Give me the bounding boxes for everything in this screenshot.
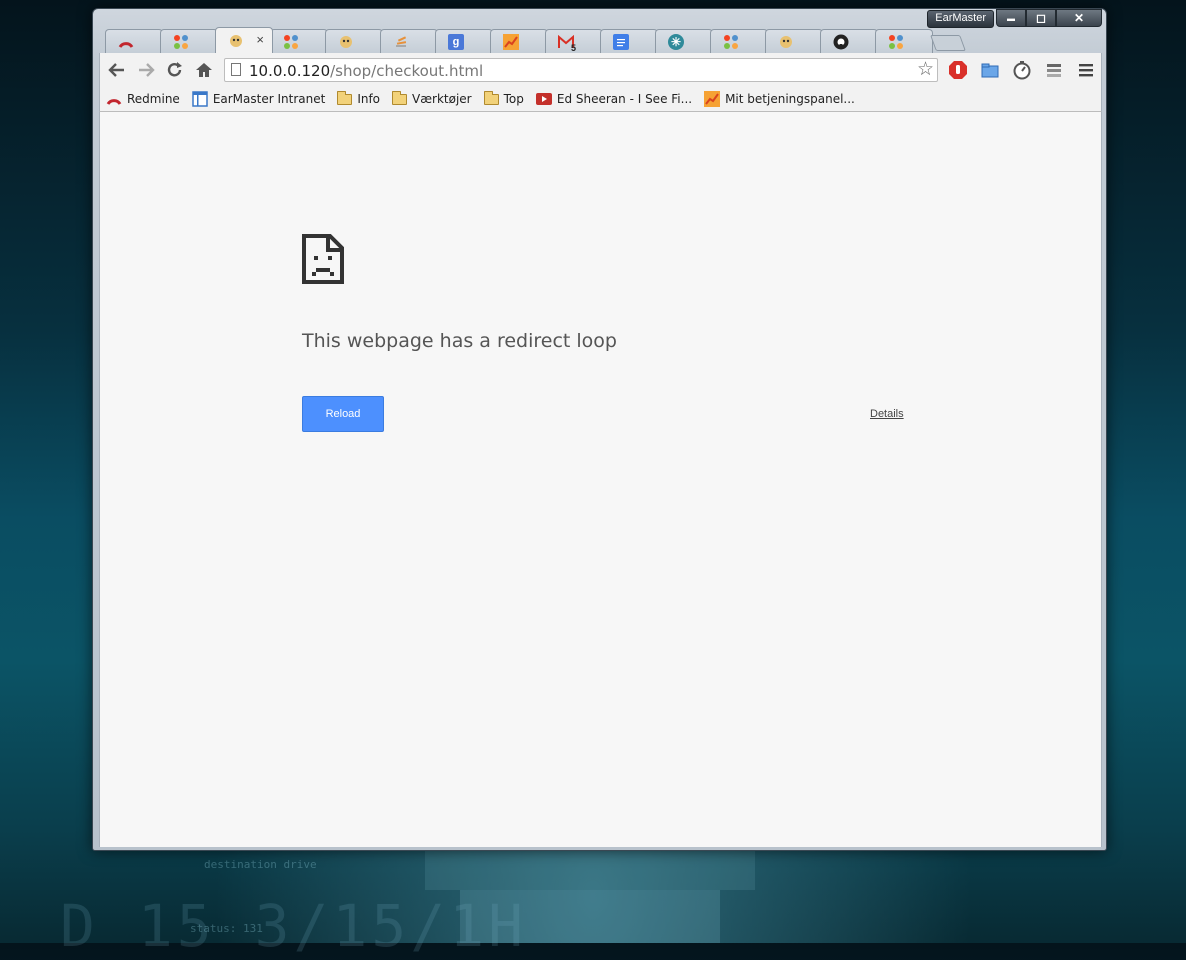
desktop-text: destination drive bbox=[204, 858, 317, 871]
maximize-button[interactable]: ◻ bbox=[1026, 9, 1056, 27]
url-host: 10.0.0.120 bbox=[249, 62, 331, 80]
joomla-icon bbox=[173, 34, 189, 50]
folder-icon bbox=[483, 90, 499, 105]
error-title: This webpage has a redirect loop bbox=[302, 330, 617, 352]
folder-sync-icon bbox=[981, 63, 999, 78]
tab-github[interactable] bbox=[820, 29, 878, 53]
youtube-icon bbox=[535, 93, 552, 105]
folder-extension-button[interactable] bbox=[979, 59, 1001, 81]
new-tab-button[interactable] bbox=[930, 35, 966, 51]
analytics-icon bbox=[503, 33, 519, 50]
bookmark-analytics[interactable]: Mit betjeningspanel... bbox=[704, 91, 855, 107]
tampermonkey-icon bbox=[228, 33, 244, 49]
home-icon bbox=[196, 63, 212, 77]
tab-joomla[interactable] bbox=[270, 29, 328, 53]
joomla-icon bbox=[283, 34, 299, 50]
bookmarks-bar: Redmine EarMaster Intranet Info Værktøje… bbox=[99, 87, 1102, 112]
tab-stackoverflow[interactable] bbox=[380, 29, 438, 53]
adblock-extension-button[interactable] bbox=[947, 59, 969, 81]
redmine-icon bbox=[118, 34, 134, 50]
gmail-badge: 5 bbox=[570, 42, 576, 53]
tab-snowflake[interactable]: ✳ bbox=[655, 29, 713, 53]
bookmark-redmine[interactable]: Redmine bbox=[106, 92, 180, 106]
close-icon: ✕ bbox=[1073, 11, 1085, 25]
folder-icon bbox=[392, 90, 408, 105]
url-text: 10.0.0.120/shop/checkout.html bbox=[249, 62, 483, 80]
maximize-icon: ◻ bbox=[1036, 11, 1046, 25]
google-icon: g bbox=[448, 33, 464, 50]
bookmark-star-icon[interactable]: ☆ bbox=[917, 59, 934, 81]
joomla-icon bbox=[888, 34, 904, 50]
snowflake-icon: ✳ bbox=[668, 33, 684, 50]
bookmark-label: EarMaster Intranet bbox=[212, 92, 326, 106]
tab-joomla[interactable] bbox=[160, 29, 218, 53]
address-bar[interactable]: 10.0.0.120/shop/checkout.html ☆ bbox=[224, 58, 938, 82]
tab-tampermonkey[interactable] bbox=[765, 29, 823, 53]
bookmark-label: Info bbox=[357, 92, 381, 106]
url-path: /shop/checkout.html bbox=[330, 62, 484, 80]
tab-tampermonkey[interactable] bbox=[325, 29, 383, 53]
tab-redmine[interactable] bbox=[105, 29, 163, 53]
refresh-icon bbox=[167, 62, 182, 77]
bookmark-folder-tools[interactable]: Værktøjer bbox=[392, 90, 472, 106]
bookmark-folder-top[interactable]: Top bbox=[483, 90, 524, 106]
minimize-button[interactable]: ▬ bbox=[996, 9, 1026, 27]
bookmark-label: Ed Sheeran - I See Fi... bbox=[556, 92, 693, 106]
bookmark-label: Mit betjeningspanel... bbox=[725, 92, 855, 106]
folder-icon bbox=[337, 90, 353, 105]
bookmark-intranet[interactable]: EarMaster Intranet bbox=[192, 91, 326, 107]
bookmark-label: Top bbox=[503, 92, 524, 106]
tab-google[interactable]: g bbox=[435, 29, 493, 53]
bookmark-label: Værktøjer bbox=[412, 92, 472, 106]
layers-icon bbox=[1047, 64, 1061, 77]
gmail-icon: 5 bbox=[558, 34, 576, 53]
tampermonkey-icon bbox=[338, 34, 354, 50]
bookmark-label: Redmine bbox=[127, 92, 180, 106]
minimize-icon: ▬ bbox=[1007, 13, 1015, 23]
toolbar: 10.0.0.120/shop/checkout.html ☆ bbox=[99, 53, 1102, 87]
tab-docs[interactable] bbox=[600, 29, 658, 53]
close-window-button[interactable]: ✕ bbox=[1056, 9, 1102, 27]
forward-arrow-icon bbox=[139, 63, 155, 77]
menu-button[interactable] bbox=[1075, 59, 1097, 81]
close-tab-icon[interactable]: × bbox=[256, 32, 264, 47]
bookmark-youtube[interactable]: Ed Sheeran - I See Fi... bbox=[535, 92, 693, 106]
tab-active[interactable]: × bbox=[215, 27, 273, 53]
back-arrow-icon bbox=[108, 63, 124, 77]
joomla-icon bbox=[723, 34, 739, 50]
home-button[interactable] bbox=[193, 59, 215, 81]
adblock-icon bbox=[949, 61, 967, 79]
tab-analytics[interactable] bbox=[490, 29, 548, 53]
github-icon bbox=[833, 34, 849, 50]
stopwatch-icon bbox=[1013, 61, 1031, 80]
tab-joomla[interactable] bbox=[875, 29, 933, 53]
browser-window: EarMaster ▬ ◻ ✕ × g 5 ✳ 10.0.0.120/shop/… bbox=[92, 8, 1107, 851]
reload-button[interactable]: Reload bbox=[302, 396, 384, 432]
details-link[interactable]: Details bbox=[870, 408, 904, 420]
bookmark-folder-info[interactable]: Info bbox=[337, 90, 381, 106]
tab-strip: × g 5 ✳ bbox=[105, 27, 966, 53]
intranet-icon bbox=[192, 91, 208, 107]
analytics-icon bbox=[704, 91, 721, 107]
page-icon bbox=[231, 63, 241, 76]
hamburger-menu-icon bbox=[1079, 64, 1093, 77]
redmine-icon bbox=[106, 99, 122, 105]
tampermonkey-icon bbox=[778, 34, 794, 50]
stack-extension-button[interactable] bbox=[1043, 59, 1065, 81]
profile-button[interactable]: EarMaster bbox=[927, 10, 994, 28]
page-content: This webpage has a redirect loop Reload … bbox=[99, 112, 1102, 847]
sad-page-icon bbox=[302, 234, 344, 284]
tab-gmail[interactable]: 5 bbox=[545, 29, 603, 53]
desktop-big-text: D 15 3/15/1H bbox=[60, 892, 528, 960]
desktop-tile bbox=[425, 850, 755, 890]
back-button[interactable] bbox=[106, 59, 128, 81]
reload-toolbar-button[interactable] bbox=[164, 59, 186, 81]
docs-icon bbox=[613, 33, 629, 50]
window-controls: ▬ ◻ ✕ bbox=[996, 9, 1102, 27]
tab-joomla[interactable] bbox=[710, 29, 768, 53]
stackoverflow-icon bbox=[393, 34, 409, 50]
timer-extension-button[interactable] bbox=[1011, 59, 1033, 81]
forward-button[interactable] bbox=[135, 59, 157, 81]
